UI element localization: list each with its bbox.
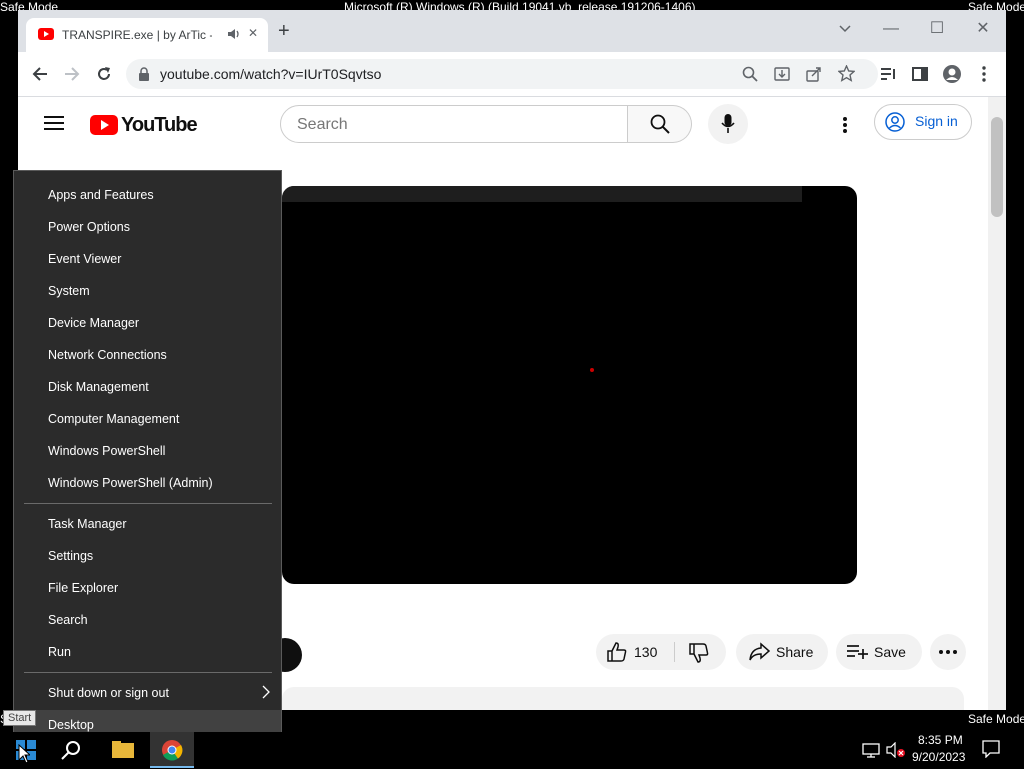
video-content-toolbar — [282, 186, 802, 202]
audio-playing-icon[interactable] — [226, 26, 242, 42]
menu-item-device-manager[interactable]: Device Manager — [14, 308, 281, 338]
taskbar: 8:35 PM 9/20/2023 — [0, 732, 1024, 768]
share-icon — [748, 642, 771, 665]
chrome-taskbar-button[interactable] — [150, 732, 194, 768]
more-actions-button[interactable] — [930, 634, 966, 670]
menu-item-power-options[interactable]: Power Options — [14, 212, 281, 242]
mouse-cursor-icon — [18, 743, 32, 769]
menu-item-computer-management[interactable]: Computer Management — [14, 404, 281, 434]
new-tab-button[interactable]: + — [278, 20, 290, 43]
hamburger-menu-icon[interactable] — [44, 115, 64, 136]
save-label: Save — [874, 644, 906, 660]
forward-icon[interactable] — [58, 60, 86, 88]
menu-item-event-viewer[interactable]: Event Viewer — [14, 244, 281, 274]
tab-title: TRANSPIRE.exe | by ArTic - YouTube — [62, 28, 212, 42]
menu-separator — [24, 672, 272, 673]
youtube-logo-icon — [90, 115, 118, 135]
scrollbar-thumb[interactable] — [991, 117, 1003, 217]
clock-time[interactable]: 8:35 PM — [918, 733, 963, 747]
file-explorer-icon[interactable] — [112, 740, 134, 765]
reload-icon[interactable] — [90, 60, 118, 88]
microphone-icon — [721, 114, 735, 133]
more-horizontal-icon — [939, 650, 957, 654]
tab-strip: TRANSPIRE.exe | by ArTic - YouTube ✕ + —… — [18, 10, 1006, 52]
menu-item-network-connections[interactable]: Network Connections — [14, 340, 281, 370]
menu-item-shut-down-or-sign-out[interactable]: Shut down or sign out — [14, 678, 281, 708]
browser-tab[interactable]: TRANSPIRE.exe | by ArTic - YouTube ✕ — [26, 18, 268, 52]
action-center-icon[interactable] — [982, 740, 1000, 763]
voice-search-button[interactable] — [708, 104, 748, 144]
browser-menu-icon[interactable] — [970, 60, 998, 88]
menu-item-settings[interactable]: Settings — [14, 541, 281, 571]
share-page-icon[interactable] — [806, 66, 822, 87]
like-divider — [674, 642, 675, 662]
back-icon[interactable] — [26, 60, 54, 88]
install-app-icon[interactable] — [774, 66, 790, 87]
youtube-logo[interactable]: YouTube — [90, 114, 198, 138]
menu-item-disk-management[interactable]: Disk Management — [14, 372, 281, 402]
winx-context-menu: Apps and Features Power Options Event View… — [13, 170, 282, 749]
browser-toolbar: youtube.com/watch?v=IUrT0Sqvtso — [18, 52, 1006, 97]
profile-icon[interactable] — [938, 60, 966, 88]
clock-date[interactable]: 9/20/2023 — [912, 750, 965, 764]
dislike-icon[interactable] — [688, 642, 710, 667]
menu-item-task-manager[interactable]: Task Manager — [14, 509, 281, 539]
video-red-dot — [590, 368, 594, 372]
video-description-box[interactable] — [282, 687, 964, 710]
menu-item-run[interactable]: Run — [14, 637, 281, 667]
page-scrollbar[interactable] — [988, 97, 1006, 710]
like-dislike-group: 130 — [596, 634, 726, 670]
url-text[interactable]: youtube.com/watch?v=IUrT0Sqvtso — [160, 66, 381, 82]
youtube-favicon-icon — [38, 28, 54, 40]
bookmark-star-icon[interactable] — [837, 64, 856, 87]
share-label: Share — [776, 644, 814, 660]
search-placeholder: Search — [297, 116, 348, 133]
search-input[interactable]: Search — [280, 105, 628, 143]
lock-icon[interactable] — [138, 67, 150, 81]
start-tooltip: Start — [3, 710, 37, 726]
safe-mode-label-bottom-right: Safe Mode — [968, 712, 1024, 726]
search-icon — [650, 114, 670, 134]
taskbar-search-icon[interactable] — [60, 740, 82, 767]
menu-item-system[interactable]: System — [14, 276, 281, 306]
sign-in-label: Sign in — [915, 113, 958, 129]
sign-in-button[interactable]: Sign in — [874, 104, 972, 140]
settings-more-icon[interactable] — [842, 116, 848, 139]
address-bar[interactable]: youtube.com/watch?v=IUrT0Sqvtso — [126, 59, 878, 89]
close-window-button[interactable]: ✕ — [960, 14, 1006, 44]
chrome-icon — [162, 740, 183, 761]
menu-item-windows-powershell-admin[interactable]: Windows PowerShell (Admin) — [14, 468, 281, 498]
media-controls-icon[interactable] — [874, 60, 902, 88]
maximize-button[interactable]: ☐ — [914, 14, 960, 44]
volume-muted-icon[interactable] — [886, 741, 906, 763]
menu-item-file-explorer[interactable]: File Explorer — [14, 573, 281, 603]
like-count[interactable]: 130 — [634, 644, 657, 660]
zoom-search-icon[interactable] — [742, 66, 758, 87]
save-playlist-icon — [846, 643, 868, 664]
youtube-logo-text: YouTube — [121, 114, 198, 136]
minimize-button[interactable]: — — [868, 14, 914, 44]
network-icon[interactable] — [862, 742, 880, 763]
share-button[interactable]: Share — [736, 634, 828, 670]
save-button[interactable]: Save — [836, 634, 922, 670]
video-player[interactable] — [282, 186, 857, 584]
like-icon[interactable] — [606, 641, 628, 666]
account-icon — [885, 112, 905, 135]
tab-search-icon[interactable] — [822, 14, 868, 44]
menu-item-windows-powershell[interactable]: Windows PowerShell — [14, 436, 281, 466]
tab-close-icon[interactable]: ✕ — [248, 26, 258, 40]
search-button[interactable] — [628, 105, 692, 143]
menu-item-search[interactable]: Search — [14, 605, 281, 635]
menu-separator — [24, 503, 272, 504]
submenu-chevron-right-icon — [262, 685, 270, 704]
side-panel-icon[interactable] — [906, 60, 934, 88]
menu-item-apps-and-features[interactable]: Apps and Features — [14, 180, 281, 210]
